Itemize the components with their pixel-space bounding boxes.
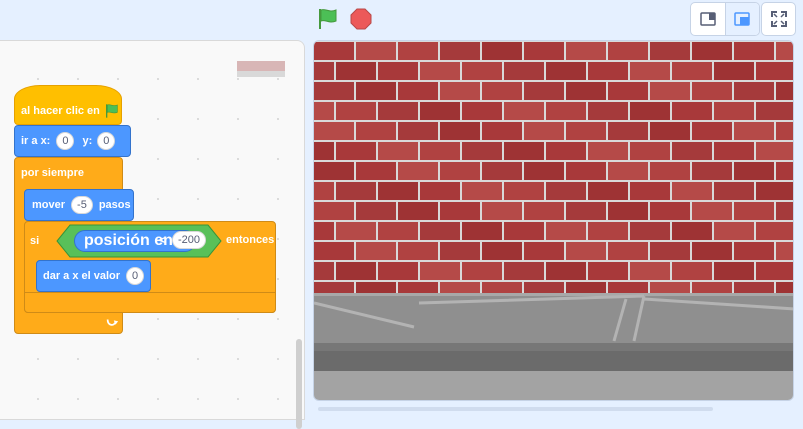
set-x-block[interactable]: dar a x el valor 0 xyxy=(36,260,151,292)
brick-wall-backdrop xyxy=(314,41,793,400)
y-value-input[interactable]: 0 xyxy=(97,132,116,150)
stage-header xyxy=(0,0,803,38)
if-suffix: entonces xyxy=(226,234,275,246)
small-stage-icon xyxy=(700,12,716,26)
forever-label: por siempre xyxy=(21,167,84,179)
if-label: si xyxy=(30,235,40,247)
small-stage-button[interactable] xyxy=(691,3,725,35)
green-flag-button[interactable] xyxy=(316,7,340,31)
fullscreen-button[interactable] xyxy=(761,2,796,36)
x-value-input[interactable]: 0 xyxy=(56,132,75,150)
set-x-label: dar a x el valor xyxy=(43,270,121,282)
green-flag-icon xyxy=(105,104,118,118)
move-suffix: pasos xyxy=(98,199,131,211)
stop-button[interactable] xyxy=(349,7,373,31)
compare-value-input[interactable]: -200 xyxy=(172,231,207,249)
loop-arrow-icon xyxy=(106,319,119,326)
y-label: y: xyxy=(82,135,93,147)
fullscreen-icon xyxy=(770,11,787,27)
less-than-symbol: < xyxy=(159,233,167,247)
normal-stage-icon xyxy=(734,12,750,26)
set-x-input[interactable]: 0 xyxy=(126,267,145,285)
go-to-label: ir a x: xyxy=(21,135,51,147)
stop-icon xyxy=(350,8,372,30)
if-then-bottom-arm xyxy=(24,292,276,313)
stage-size-toggle xyxy=(690,2,760,36)
normal-stage-button[interactable] xyxy=(724,3,759,35)
move-label: mover xyxy=(32,199,66,211)
go-to-xy-block[interactable]: ir a x: 0 y: 0 xyxy=(14,125,131,157)
code-workspace[interactable]: al hacer clic en ir a x: 0 y: 0 por siem… xyxy=(0,40,305,429)
sprite-pane-edge xyxy=(318,407,713,411)
move-steps-block[interactable]: mover -5 pasos xyxy=(24,189,134,221)
hat-block-label: al hacer clic en xyxy=(21,105,100,117)
workspace-comment-bar xyxy=(237,61,285,77)
when-flag-clicked-block[interactable]: al hacer clic en xyxy=(14,85,122,125)
stage-canvas[interactable] xyxy=(313,40,794,401)
green-flag-icon xyxy=(319,9,337,29)
workspace-scrollbar[interactable] xyxy=(296,339,302,429)
move-steps-input[interactable]: -5 xyxy=(71,196,93,214)
